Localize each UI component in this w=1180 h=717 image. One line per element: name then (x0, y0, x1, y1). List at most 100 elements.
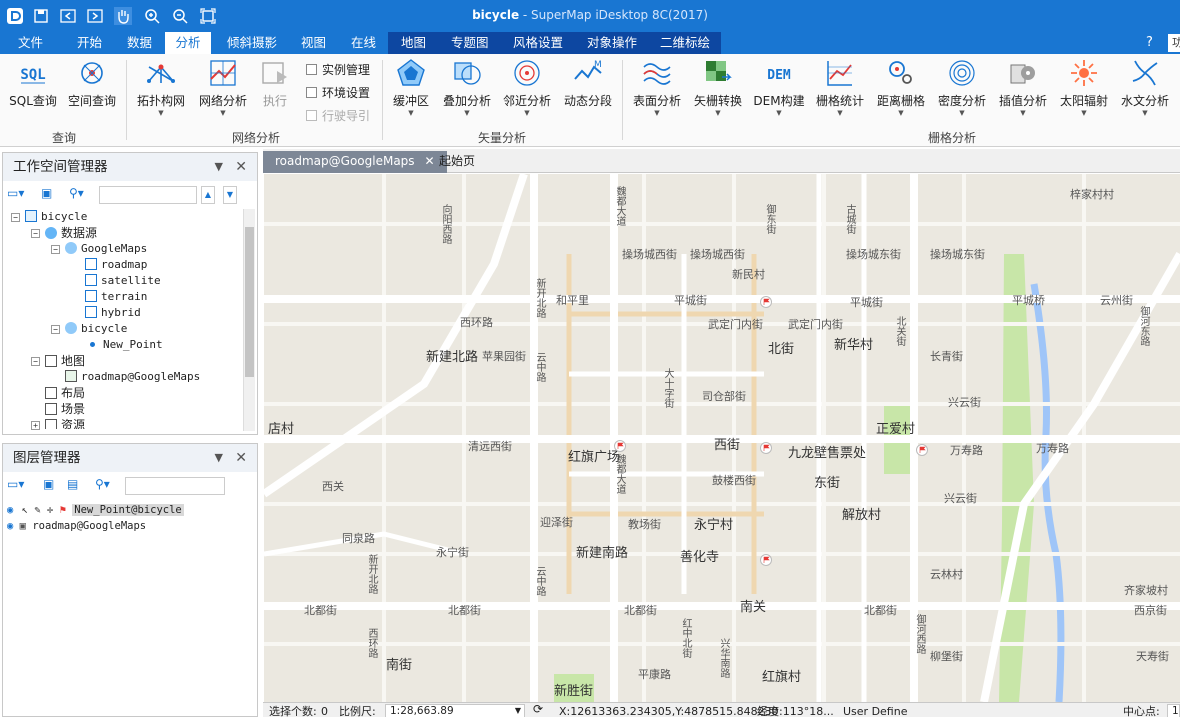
menu-data[interactable]: 数据 (127, 32, 152, 54)
tree-gm-hybrid[interactable]: hybrid (85, 305, 141, 321)
map-label: 柳堡街 (930, 650, 963, 663)
distance-raster-button[interactable]: 距离栅格 ▼ (874, 57, 928, 117)
density-analysis-button[interactable]: 密度分析 ▼ (935, 57, 989, 117)
dem-build-button[interactable]: DEM DEM构建 ▼ (752, 57, 806, 117)
flag-point-icon[interactable] (614, 440, 626, 452)
tree-gm-terrain[interactable]: terrain (85, 289, 147, 305)
pin-icon[interactable]: ▼ (215, 153, 223, 181)
execute-button[interactable]: 执行 (258, 57, 292, 109)
map-canvas[interactable]: 梓家村村 操场城西街 操场城西街 操场城东街 操场城东街 新民村 和平里 平城街… (264, 174, 1180, 702)
flag-point-icon[interactable] (760, 442, 772, 454)
snap-icon[interactable]: ✛ (47, 504, 53, 516)
menu-view[interactable]: 视图 (301, 32, 326, 54)
menu-thematic[interactable]: 专题图 (451, 32, 489, 54)
tree-layouts[interactable]: 布局 (45, 385, 85, 401)
menu-file[interactable]: 文件 (18, 32, 43, 54)
map-label: 兴云街 (948, 396, 981, 409)
function-search-input[interactable]: 功 (1168, 34, 1180, 52)
workspace-open-icon[interactable]: ▭▾ (7, 186, 29, 204)
pin-icon[interactable]: ▼ (215, 444, 223, 472)
close-icon[interactable]: ✕ (235, 153, 247, 181)
chevron-down-icon[interactable]: ▼ (515, 705, 521, 717)
tree-datasources[interactable]: 数据源 (45, 225, 97, 241)
editable-pencil-icon[interactable]: ✎ (34, 504, 40, 516)
interpolation-button[interactable]: 插值分析 ▼ (996, 57, 1050, 117)
tree-scenes[interactable]: 场景 (45, 401, 85, 417)
proximity-button[interactable]: 邻近分析 ▼ (501, 57, 553, 117)
collapse-icon[interactable]: − (51, 325, 60, 334)
menu-object-ops[interactable]: 对象操作 (587, 32, 637, 54)
expand-icon[interactable]: + (31, 421, 40, 430)
dynamic-segment-button[interactable]: M 动态分段 (562, 57, 614, 109)
sun-icon (1071, 60, 1097, 86)
tree-ds-bicycle[interactable]: bicycle (65, 321, 127, 337)
raster-stats-button[interactable]: 栅格统计 ▼ (813, 57, 867, 117)
collapse-icon[interactable]: − (31, 229, 40, 238)
tree-googlemaps[interactable]: GoogleMaps (65, 241, 147, 257)
tree-maps[interactable]: 地图 (45, 353, 85, 369)
menu-oblique[interactable]: 倾斜摄影 (227, 32, 277, 54)
visible-eye-icon[interactable]: ◉ (7, 520, 13, 532)
menu-map[interactable]: 地图 (401, 32, 426, 54)
flag-point-icon[interactable] (760, 554, 772, 566)
tab-map-roadmap[interactable]: roadmap@GoogleMaps ✕ (263, 151, 447, 173)
network-analysis-button[interactable]: 网络分析 ▼ (196, 57, 250, 117)
vector-raster-convert-button[interactable]: 矢栅转换 ▼ (691, 57, 745, 117)
layer-item-roadmap[interactable]: ◉ ▣ roadmap@GoogleMaps (7, 518, 146, 534)
tree-workspace[interactable]: bicycle (25, 209, 87, 225)
tree-new-point[interactable]: New_Point (87, 337, 163, 353)
next-arrow-icon[interactable]: ▼ (223, 186, 237, 204)
menu-analysis[interactable]: 分析 (165, 32, 211, 54)
datasource-icon (65, 242, 77, 254)
workspace-save-icon[interactable]: ▣ (41, 186, 63, 204)
interpolation-icon (1010, 64, 1035, 84)
search-icon[interactable]: ⚲▾ (69, 186, 91, 204)
menu-style[interactable]: 风格设置 (513, 32, 563, 54)
hydrology-button[interactable]: 水文分析 ▼ (1118, 57, 1172, 117)
tab-start-page[interactable]: 起始页 (427, 151, 487, 173)
flag-point-icon[interactable] (760, 296, 772, 308)
map-label: 新华村 (834, 338, 874, 353)
overlay-button[interactable]: 叠加分析 ▼ (440, 57, 494, 117)
menu-start[interactable]: 开始 (77, 32, 102, 54)
prev-arrow-icon[interactable]: ▲ (201, 186, 215, 204)
layer-style-icon[interactable]: ▤ (67, 477, 89, 495)
collapse-icon[interactable]: − (51, 245, 60, 254)
menu-online[interactable]: 在线 (351, 32, 376, 54)
tree-gm-satellite[interactable]: satellite (85, 273, 161, 289)
selectable-arrow-icon[interactable]: ↖ (22, 504, 28, 516)
search-icon[interactable]: ⚲▾ (95, 477, 117, 495)
workspace-scrollbar[interactable] (243, 209, 255, 431)
surface-analysis-button[interactable]: 表面分析 ▼ (630, 57, 684, 117)
collapse-icon[interactable]: − (31, 357, 40, 366)
ribbon-separator (622, 60, 623, 140)
tree-gm-roadmap[interactable]: roadmap (85, 257, 147, 273)
layer-search-input[interactable] (125, 477, 225, 495)
tree-resources[interactable]: 资源 (45, 417, 85, 429)
instance-manage-checkbox[interactable]: 实例管理 (306, 61, 370, 78)
layer-group-icon[interactable]: ▣ (43, 477, 65, 495)
topology-build-button[interactable]: 拓扑构网 ▼ (134, 57, 188, 117)
close-icon[interactable]: ✕ (235, 444, 247, 472)
scale-select[interactable]: 1:28,663.89 ▼ (385, 704, 525, 717)
buffer-button[interactable]: 缓冲区 ▼ (388, 57, 434, 117)
map-icon (45, 355, 57, 367)
center-input[interactable]: 1 (1167, 704, 1180, 717)
refresh-icon[interactable]: ⟳ (533, 703, 543, 716)
env-settings-checkbox[interactable]: 环境设置 (306, 84, 370, 101)
point-dataset-icon (90, 342, 95, 347)
flag-point-icon[interactable] (916, 444, 928, 456)
add-layer-icon[interactable]: ▭▾ (7, 477, 29, 495)
workspace-search-input[interactable] (99, 186, 197, 204)
layer-item-new-point[interactable]: ◉ ↖ ✎ ✛ ⚑ New_Point@bicycle (7, 502, 184, 518)
tree-map-item[interactable]: roadmap@GoogleMaps (65, 369, 200, 385)
sql-query-button[interactable]: SQL SQL查询 (8, 57, 58, 109)
menu-plotting[interactable]: 二维标绘 (660, 32, 710, 54)
group-raster-label: 栅格分析 (928, 131, 977, 145)
visible-eye-icon[interactable]: ◉ (7, 504, 13, 516)
spatial-query-button[interactable]: 空间查询 (66, 57, 118, 109)
collapse-icon[interactable]: − (11, 213, 20, 222)
route-guide-checkbox[interactable]: 行驶导引 (306, 107, 370, 124)
solar-radiation-button[interactable]: 太阳辐射 ▼ (1057, 57, 1111, 117)
help-icon[interactable]: ? (1146, 32, 1153, 54)
